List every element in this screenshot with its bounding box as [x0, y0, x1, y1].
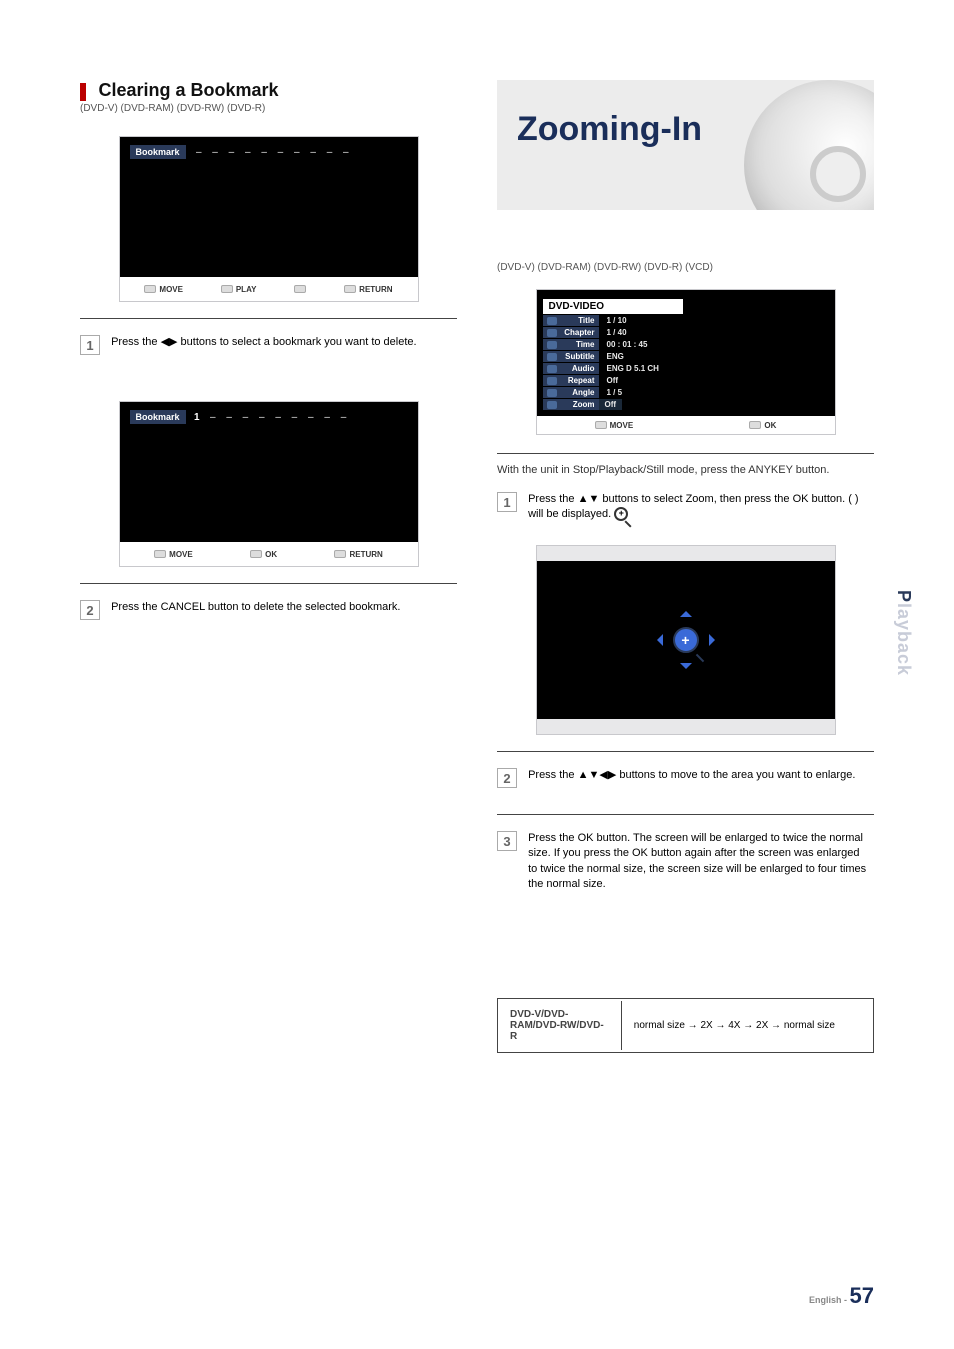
right-column: Zooming-In (DVD-V) (DVD-RAM) (DVD-RW) (D… — [497, 80, 874, 1053]
zoom-table-left: DVD-V/DVD-RAM/DVD-RW/DVD-R — [500, 1001, 622, 1050]
foot-return: RETURN — [334, 550, 382, 559]
divider — [497, 453, 874, 454]
time-icon — [547, 341, 557, 349]
zoom-lead: With the unit in Stop/Playback/Still mod… — [497, 464, 874, 476]
step-text: Press the CANCEL button to delete the se… — [111, 600, 454, 615]
zoom-icon — [547, 401, 557, 409]
zoom-size-table: DVD-V/DVD-RAM/DVD-RW/DVD-R normal size →… — [497, 998, 874, 1053]
left-step-2: 2 Press the CANCEL button to delete the … — [80, 600, 457, 620]
section-subtitle: (DVD-V) (DVD-RAM) (DVD-RW) (DVD-R) — [80, 103, 457, 114]
repeat-icon — [547, 377, 557, 385]
arrow-right-icon — [709, 634, 721, 646]
foot-return: RETURN — [344, 285, 392, 294]
dvd-row-label: Zoom — [543, 399, 599, 410]
page-number: English - 57 — [809, 1283, 874, 1309]
dvd-row-value: ENG D 5.1 CH — [599, 364, 659, 373]
bookmark-slots: – – – – – – – – – — [210, 412, 350, 423]
foot-cancel — [294, 285, 306, 293]
zoom-cursor-screenshot: + — [536, 545, 836, 735]
divider — [80, 583, 457, 584]
subtitle-icon — [547, 353, 557, 361]
page-lang: English - — [809, 1295, 850, 1305]
divider — [80, 318, 457, 319]
foot-ok: OK — [749, 421, 776, 430]
left-column: Clearing a Bookmark (DVD-V) (DVD-RAM) (D… — [80, 80, 457, 1053]
title-icon — [547, 317, 557, 325]
arrow-left-icon — [651, 634, 663, 646]
bookmark-tag: Bookmark — [130, 410, 186, 424]
step-num: 2 — [80, 600, 100, 620]
foot-move: MOVE — [154, 550, 193, 559]
step-num: 2 — [497, 768, 517, 788]
bookmark-first-slot: 1 — [194, 412, 200, 423]
clearing-bookmark-section: Clearing a Bookmark (DVD-V) (DVD-RAM) (D… — [80, 80, 457, 130]
nav-icon — [144, 285, 156, 293]
dvd-row-label: Chapter — [543, 327, 599, 338]
step-text: Press the ▲▼ buttons to select Zoom, the… — [528, 492, 871, 523]
step-text: Press the ▲▼◀▶ buttons to move to the ar… — [528, 768, 871, 783]
dvd-osd-screenshot: DVD-VIDEO Title1 / 10 Chapter1 / 40 Time… — [536, 289, 836, 435]
side-tab: Playback — [893, 590, 914, 676]
dvd-title: DVD-VIDEO — [543, 299, 683, 314]
section-tick — [80, 83, 86, 101]
foot-move: MOVE — [595, 421, 634, 430]
arrow-down-icon — [680, 663, 692, 675]
zoom-heading-box: Zooming-In — [497, 80, 874, 210]
zoom-cursor: + — [651, 605, 721, 675]
audio-icon — [547, 365, 557, 373]
arrow-up-icon — [680, 605, 692, 617]
step-num: 1 — [80, 335, 100, 355]
foot-ok: OK — [250, 550, 277, 559]
bookmark-tag: Bookmark — [130, 145, 186, 159]
step-text: Press the OK button. The screen will be … — [528, 831, 871, 893]
step-num: 3 — [497, 831, 517, 851]
dvd-row-value: ENG — [599, 352, 624, 361]
nav-icon — [154, 550, 166, 558]
step-text: Press the ◀▶ buttons to select a bookmar… — [111, 335, 454, 350]
dvd-row-label: Time — [543, 339, 599, 350]
zoom-lens-icon: + — [673, 627, 699, 653]
dvd-row-value: Off — [599, 399, 623, 410]
right-step-3: 3 Press the OK button. The screen will b… — [497, 831, 874, 893]
dvd-row-value: Off — [599, 376, 619, 385]
dvd-row-value: 00 : 01 : 45 — [599, 340, 648, 349]
divider — [497, 814, 874, 815]
dvd-row-value: 1 / 40 — [599, 328, 627, 337]
bookmark-screenshot-1: Bookmark – – – – – – – – – – MOVE PLAY R… — [119, 136, 419, 302]
magnify-icon: + — [614, 507, 628, 521]
dvd-row-label: Angle — [543, 387, 599, 398]
nav-icon — [595, 421, 607, 429]
chapter-icon — [547, 329, 557, 337]
dvd-row-label: Audio — [543, 363, 599, 374]
step-num: 1 — [497, 492, 517, 512]
section-title: Clearing a Bookmark — [98, 80, 278, 100]
foot-move: MOVE — [144, 285, 183, 294]
angle-icon — [547, 389, 557, 397]
bookmark-slots: – – – – – – – – – – — [196, 147, 353, 158]
left-step-1: 1 Press the ◀▶ buttons to select a bookm… — [80, 335, 457, 355]
dvd-row-value: 1 / 5 — [599, 388, 623, 397]
right-step-2: 2 Press the ▲▼◀▶ buttons to move to the … — [497, 768, 874, 788]
return-icon — [344, 285, 356, 293]
play-icon — [221, 285, 233, 293]
dvd-row-label: Title — [543, 315, 599, 326]
return-icon — [334, 550, 346, 558]
right-step-1: 1 Press the ▲▼ buttons to select Zoom, t… — [497, 492, 874, 523]
cancel-icon — [294, 285, 306, 293]
ok-icon — [250, 550, 262, 558]
ok-icon — [749, 421, 761, 429]
zoom-subtitle: (DVD-V) (DVD-RAM) (DVD-RW) (DVD-R) (VCD) — [497, 262, 874, 273]
dvd-row-value: 1 / 10 — [599, 316, 627, 325]
dvd-row-label: Repeat — [543, 375, 599, 386]
foot-play: PLAY — [221, 285, 257, 294]
zoom-table-right: normal size → 2X → 4X → 2X → normal size — [624, 1001, 871, 1050]
dvd-row-label: Subtitle — [543, 351, 599, 362]
bookmark-screenshot-2: Bookmark 1 – – – – – – – – – MOVE OK RET… — [119, 401, 419, 567]
divider — [497, 751, 874, 752]
side-tab-rest: layback — [894, 603, 914, 676]
